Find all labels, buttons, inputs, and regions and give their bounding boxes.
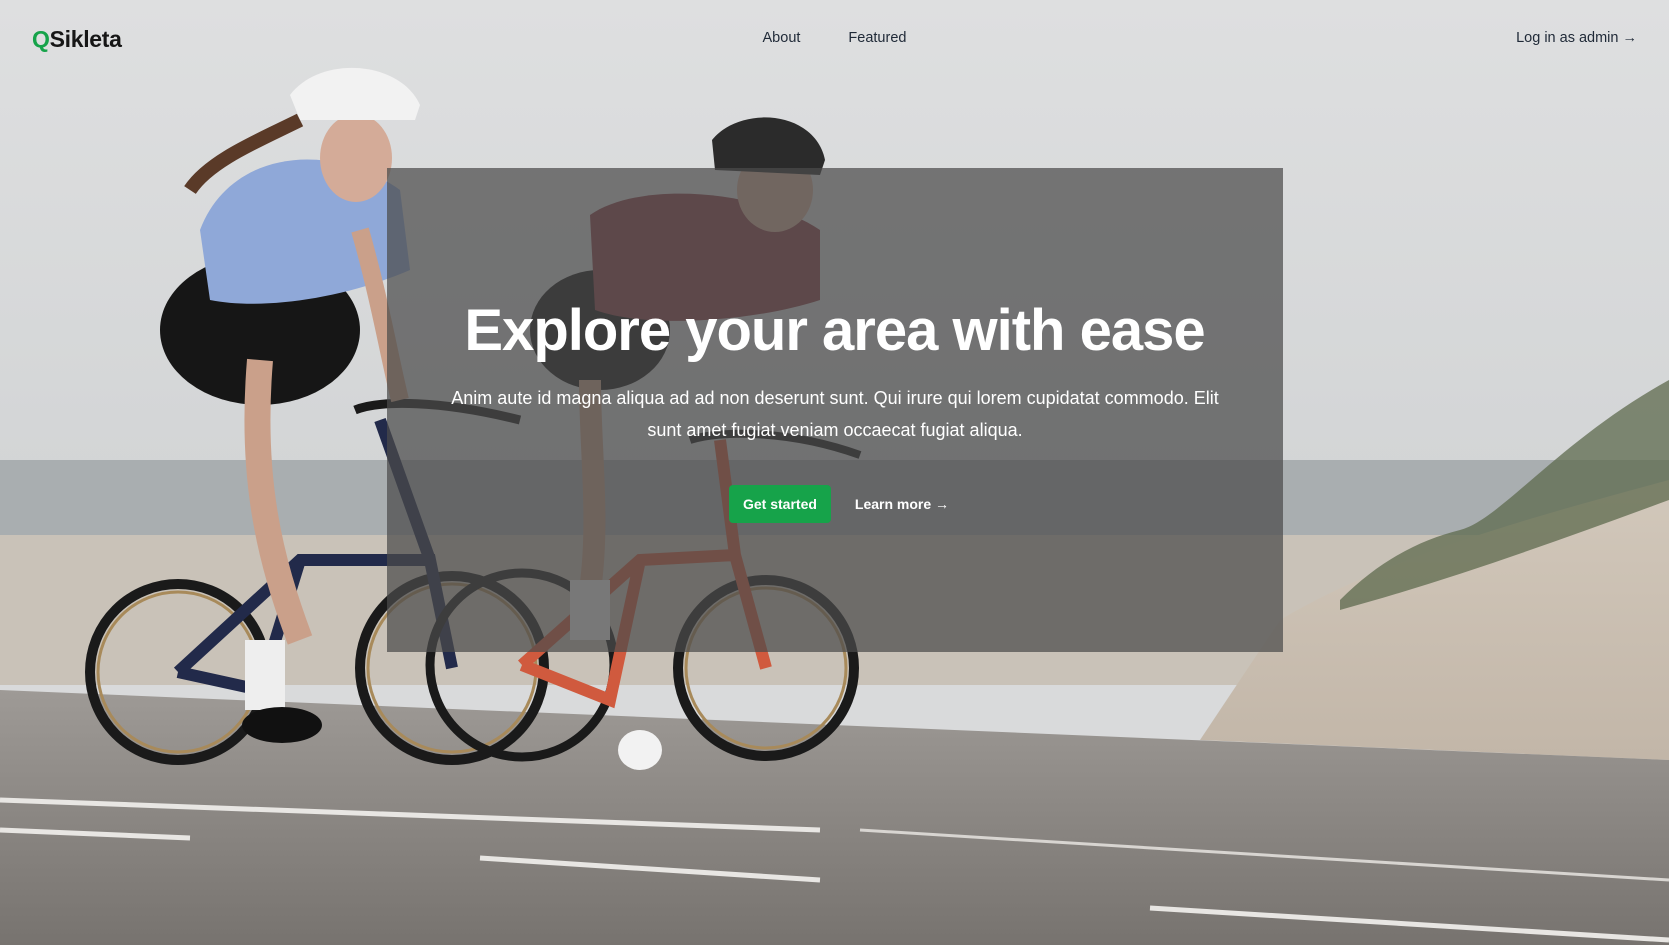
landing-page: Q Sikleta About Featured Log in as admin… — [0, 0, 1669, 945]
get-started-button[interactable]: Get started — [729, 485, 831, 523]
hero-title: Explore your area with ease — [464, 298, 1205, 363]
main-nav: About Featured — [0, 30, 1669, 46]
learn-more-link[interactable]: Learn more → — [855, 496, 949, 512]
admin-login-link[interactable]: Log in as admin → — [1516, 30, 1637, 46]
hero-description: Anim aute id magna aliqua ad ad non dese… — [451, 388, 1219, 440]
top-navigation-bar: Q Sikleta About Featured Log in as admin… — [0, 0, 1669, 80]
hero-actions: Get started Learn more → — [729, 485, 949, 523]
nav-link-about[interactable]: About — [763, 30, 801, 46]
nav-link-featured[interactable]: Featured — [848, 30, 906, 46]
